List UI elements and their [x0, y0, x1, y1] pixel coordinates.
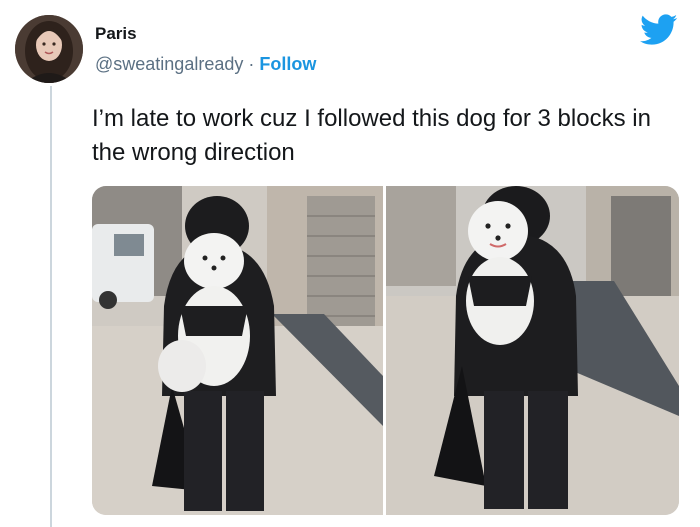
separator-dot: ·	[248, 54, 255, 74]
thread-line	[50, 86, 52, 527]
author-name[interactable]: Paris	[95, 24, 137, 44]
media-grid	[92, 186, 679, 515]
follow-button[interactable]: Follow	[259, 54, 316, 74]
author-handle[interactable]: @sweatingalready	[95, 54, 243, 74]
tweet-text: I’m late to work cuz I followed this dog…	[92, 105, 651, 166]
photo-right[interactable]	[386, 186, 679, 515]
avatar[interactable]	[15, 15, 83, 83]
photo-left[interactable]	[92, 186, 383, 515]
handle-row: @sweatingalready · Follow	[95, 54, 316, 75]
twitter-bird-icon[interactable]	[640, 14, 678, 46]
